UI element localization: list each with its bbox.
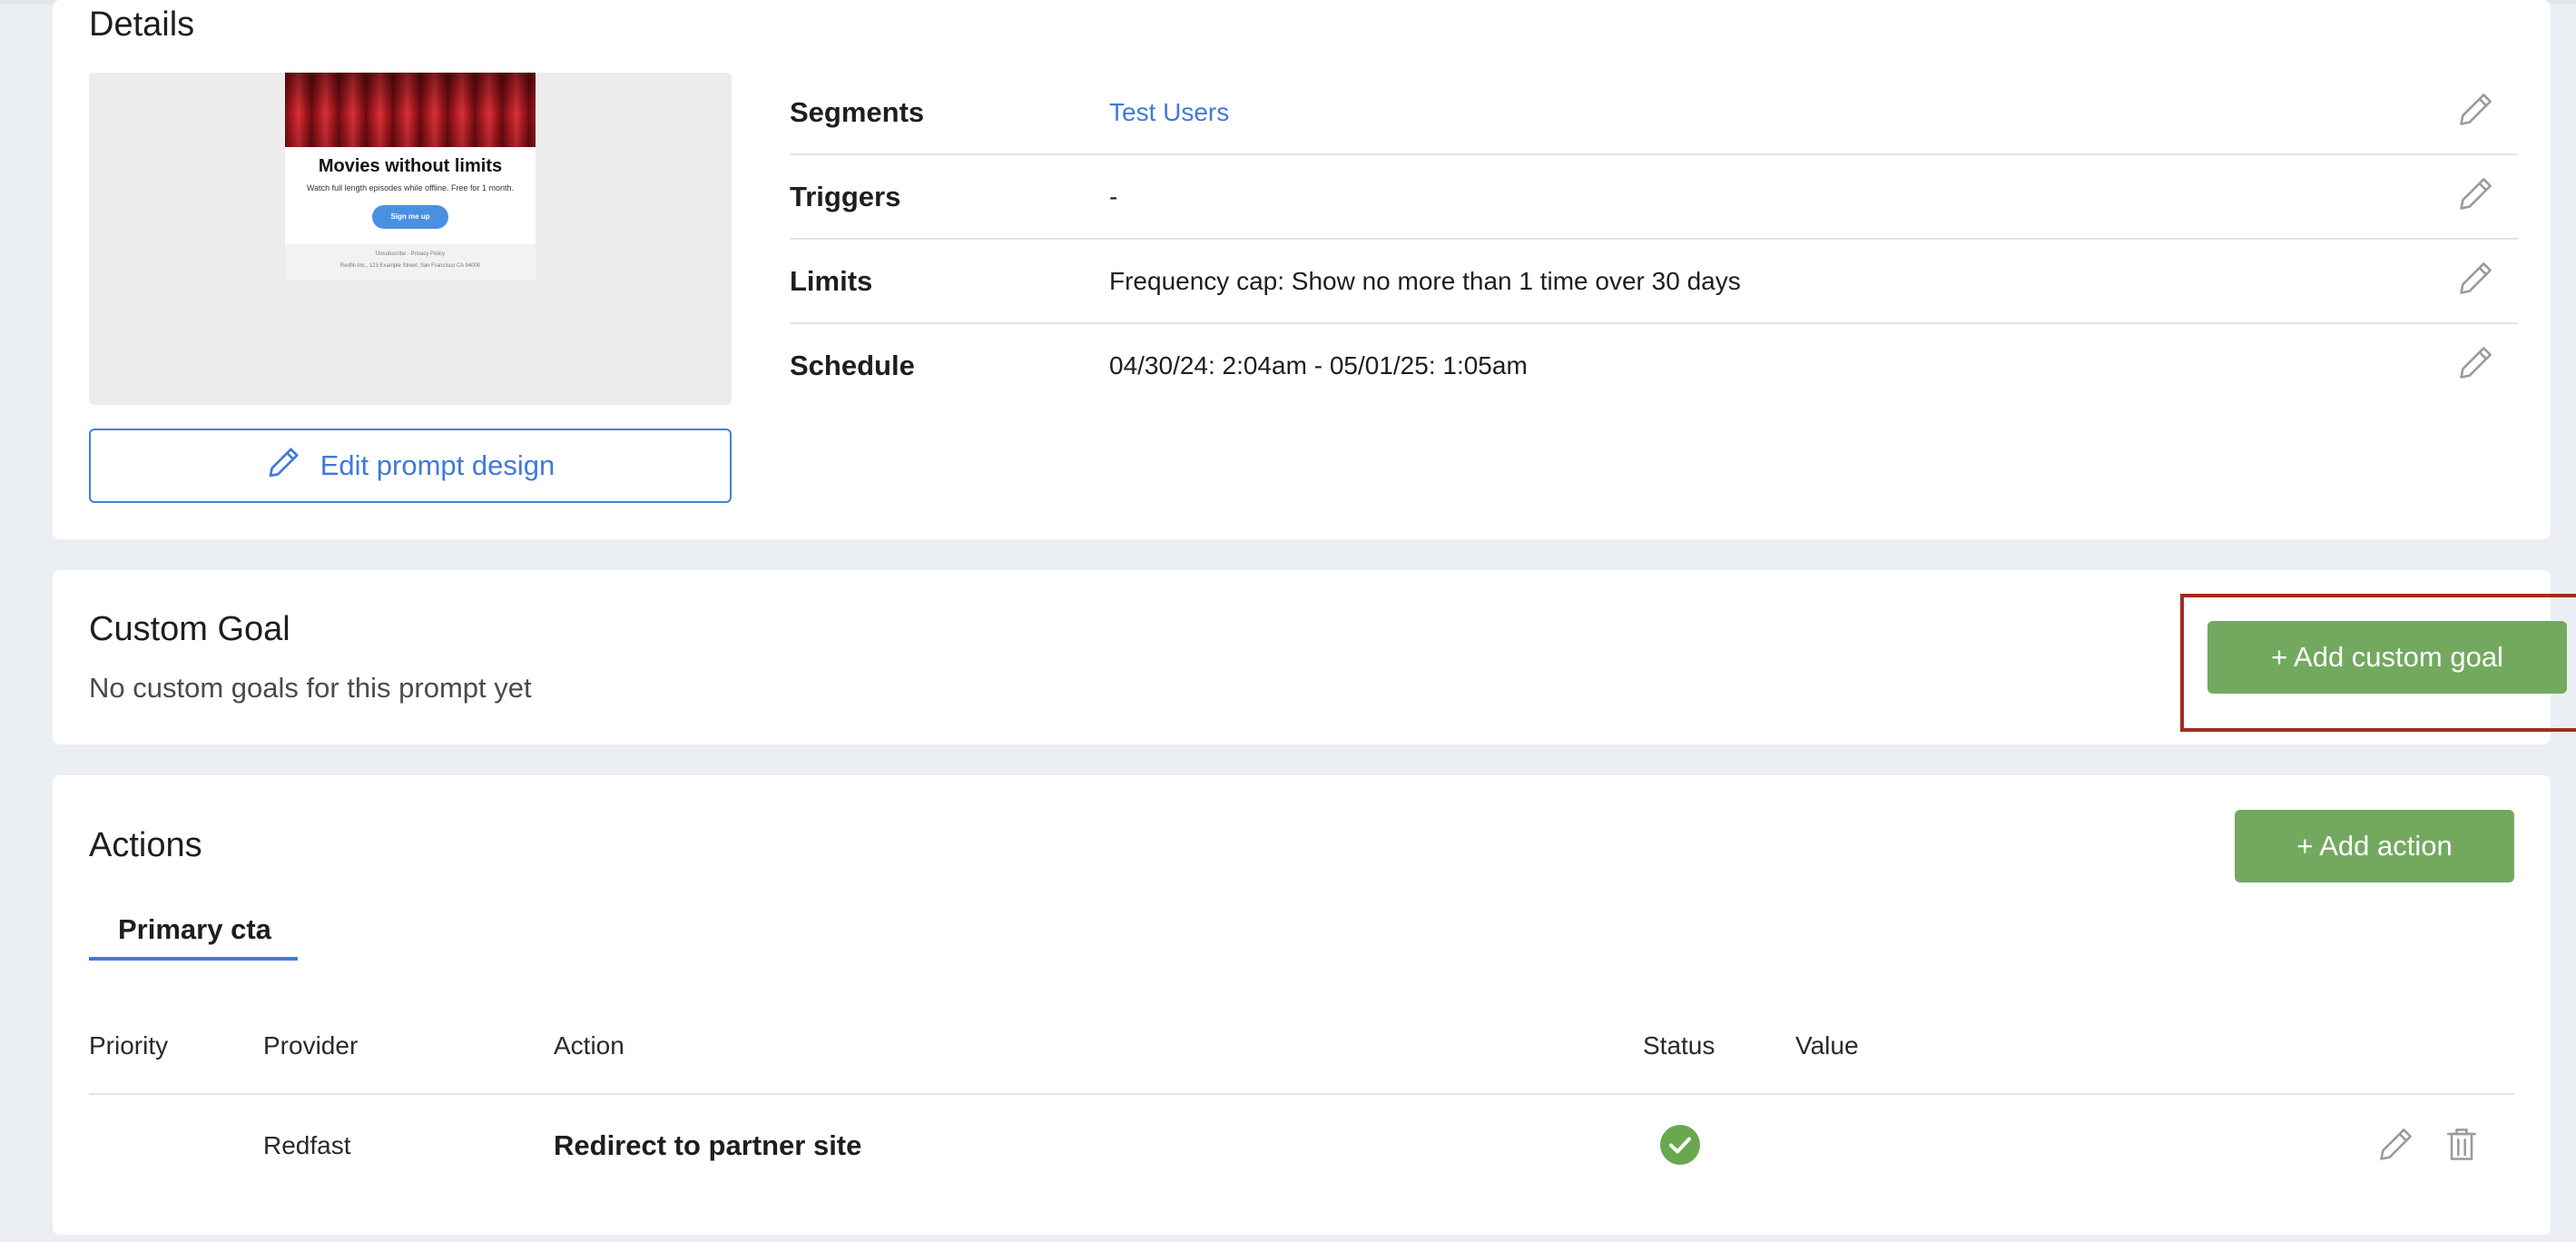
edit-prompt-design-label: Edit prompt design <box>320 449 556 481</box>
detail-label: Triggers <box>790 181 901 212</box>
column-header-status: Status <box>1643 1031 1716 1060</box>
cell-action: Redirect to partner site <box>554 1129 862 1161</box>
column-header-provider: Provider <box>263 1031 359 1060</box>
preview-footer-address: Redfin Inc., 123 Example Street, San Fra… <box>339 263 481 269</box>
actions-card: Actions + Add action Primary cta Priorit… <box>53 775 2551 1235</box>
details-title: Details <box>89 5 195 44</box>
detail-value: Frequency cap: Show no more than 1 time … <box>1109 267 1741 295</box>
table-divider <box>89 1093 2514 1095</box>
pencil-icon <box>266 444 302 488</box>
check-circle-icon <box>1659 1124 1701 1166</box>
detail-row-segments: Segments Test Users <box>790 71 2518 155</box>
preview-footer: Unsubscribe · Privacy Policy Redfin Inc.… <box>285 244 536 281</box>
detail-label: Segments <box>790 96 925 128</box>
preview-cta-button: Sign me up <box>372 205 448 229</box>
add-action-button[interactable]: + Add action <box>2235 810 2514 882</box>
custom-goal-title: Custom Goal <box>89 610 290 648</box>
edit-triggers-pencil-icon[interactable] <box>2456 173 2496 213</box>
edit-limits-pencil-icon[interactable] <box>2456 258 2496 298</box>
detail-row-schedule: Schedule 04/30/24: 2:04am - 05/01/25: 1:… <box>790 324 2518 409</box>
edit-action-pencil-icon[interactable] <box>2376 1124 2416 1164</box>
edit-schedule-pencil-icon[interactable] <box>2456 342 2496 382</box>
edit-segments-pencil-icon[interactable] <box>2456 89 2496 129</box>
detail-value: - <box>1109 182 1118 211</box>
add-custom-goal-button[interactable]: + Add custom goal <box>2207 621 2567 694</box>
prompt-preview: Movies without limits Watch full length … <box>89 73 732 405</box>
preview-headline: Movies without limits <box>318 156 503 176</box>
prompt-preview-card: Movies without limits Watch full length … <box>285 73 536 281</box>
custom-goal-empty-text: No custom goals for this prompt yet <box>89 672 532 704</box>
column-header-value: Value <box>1795 1031 1859 1060</box>
delete-action-trash-icon[interactable] <box>2442 1124 2482 1164</box>
preview-footer-links: Unsubscribe · Privacy Policy <box>375 251 446 257</box>
edit-prompt-design-button[interactable]: Edit prompt design <box>89 429 732 503</box>
cell-provider: Redfast <box>263 1131 351 1159</box>
actions-title: Actions <box>89 826 202 864</box>
column-header-action: Action <box>554 1031 624 1060</box>
preview-subtext: Watch full length episodes while offline… <box>306 183 515 192</box>
details-card: Details Movies without limits Watch full… <box>53 0 2551 539</box>
tab-primary-cta[interactable]: Primary cta <box>89 910 298 961</box>
detail-label: Limits <box>790 265 873 297</box>
detail-row-limits: Limits Frequency cap: Show no more than … <box>790 240 2518 324</box>
segments-link[interactable]: Test Users <box>1109 98 1229 127</box>
tab-label: Primary cta <box>118 913 271 945</box>
detail-row-triggers: Triggers - <box>790 155 2518 240</box>
column-header-priority: Priority <box>89 1031 169 1060</box>
detail-value: 04/30/24: 2:04am - 05/01/25: 1:05am <box>1109 351 1528 380</box>
custom-goal-card: Custom Goal No custom goals for this pro… <box>53 570 2576 744</box>
detail-label: Schedule <box>790 350 915 381</box>
